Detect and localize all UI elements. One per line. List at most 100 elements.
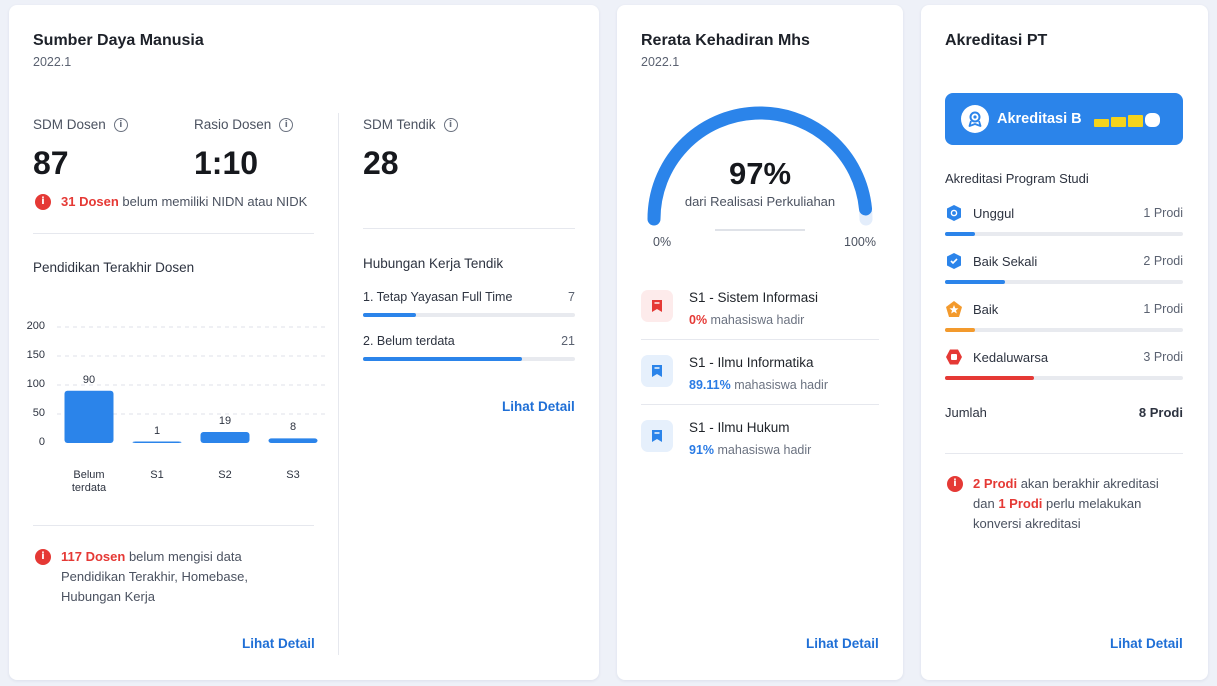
prodi-percent: 91% <box>689 443 715 457</box>
gauge-percent: 97% <box>728 156 792 191</box>
total-value: 8 Prodi <box>1138 405 1183 420</box>
akreditasi-banner[interactable]: Akreditasi B <box>945 93 1183 145</box>
nidn-alert-text-wrap: 31 Dosen belum memiliki NIDN atau NIDK <box>61 192 307 212</box>
missing-alert-text-wrap: 117 Dosen belum mengisi data Pendidikan … <box>61 547 275 607</box>
rasio-dosen-label-group: Rasio Dosen i <box>194 117 294 132</box>
total-label: Jumlah <box>945 405 987 420</box>
prodi-percent: 89.11% <box>689 378 731 392</box>
bar-value-label: 90 <box>82 373 96 386</box>
prodi-suffix: mahasiswa hadir <box>707 313 805 327</box>
prodi-attendance-item[interactable]: S1 - Ilmu Hukum 91% mahasiswa hadir <box>641 420 811 457</box>
shield-badge-icon <box>945 252 963 270</box>
prodi-attendance: 89.11% mahasiswa hadir <box>689 378 828 392</box>
hexagon-badge-icon <box>945 348 963 366</box>
prodi-suffix: mahasiswa hadir <box>730 378 828 392</box>
award-icon <box>961 105 989 133</box>
info-icon[interactable]: i <box>443 117 458 132</box>
prodi-text: S1 - Ilmu Informatika 89.11% mahasiswa h… <box>689 355 828 392</box>
akreditasi-detail-link[interactable]: Lihat Detail <box>1110 636 1183 651</box>
akreditasi-item-label: Unggul <box>973 205 1015 221</box>
akreditasi-progress-track <box>945 280 1183 284</box>
sdm-period: 2022.1 <box>33 55 72 69</box>
hubungan-progress-fill <box>363 313 416 317</box>
level-bar <box>1110 117 1126 127</box>
akreditasi-alert-text-wrap: 2 Prodi akan berakhir akreditasi dan 1 P… <box>973 474 1167 534</box>
pendidikan-chart: 0 50 100 150 200 90 Belum terdata 1 S1 19 S2 8 S3 <box>9 305 339 505</box>
alert-count-convert: 1 Prodi <box>998 496 1043 511</box>
kehadiran-period: 2022.1 <box>641 55 680 69</box>
x-category-label-line: S3 <box>286 469 300 481</box>
kehadiran-title: Rerata Kehadiran Mhs <box>641 32 810 49</box>
prodi-icon-box <box>641 420 673 452</box>
prodi-icon-box <box>641 290 673 322</box>
akreditasi-progress-fill <box>945 232 975 236</box>
prodi-icon-box <box>641 355 673 387</box>
alert-icon: i <box>947 476 963 492</box>
akreditasi-progress-track <box>945 328 1183 332</box>
sdm-card: Sumber Daya Manusia 2022.1 SDM Dosen i 8… <box>9 5 599 680</box>
info-icon[interactable]: i <box>113 117 128 132</box>
akreditasi-progress-fill <box>945 280 1005 284</box>
akreditasi-item-count: 3 Prodi <box>1143 350 1183 364</box>
prodi-text: S1 - Sistem Informasi 0% mahasiswa hadir <box>689 290 818 327</box>
bookmark-icon <box>652 300 662 312</box>
akreditasi-item-count: 1 Prodi <box>1143 302 1183 316</box>
akreditasi-progress-fill <box>945 328 975 332</box>
akreditasi-total-row: Jumlah 8 Prodi <box>945 405 1183 420</box>
akreditasi-progress-fill <box>945 376 1035 380</box>
sdm-dosen-label: SDM Dosen <box>33 117 106 132</box>
akreditasi-item[interactable]: Baik Sekali 2 Prodi <box>945 252 1183 284</box>
chart-bar[interactable] <box>268 438 318 443</box>
prodi-attendance: 0% mahasiswa hadir <box>689 313 818 327</box>
sdm-tendik-value: 28 <box>363 145 399 181</box>
divider <box>33 233 314 234</box>
missing-data-alert: i 117 Dosen belum mengisi data Pendidika… <box>35 547 275 607</box>
hubungan-item-label: 2. Belum terdata <box>363 334 455 348</box>
hubungan-progress-fill <box>363 357 522 361</box>
akreditasi-item-label: Kedaluwarsa <box>973 349 1049 365</box>
level-bar <box>1093 119 1109 127</box>
prodi-attendance-item[interactable]: S1 - Sistem Informasi 0% mahasiswa hadir <box>641 290 818 327</box>
hubungan-progress-track <box>363 313 575 317</box>
chart-bar[interactable] <box>132 441 182 444</box>
x-category-label-line: terdata <box>71 482 107 494</box>
prodi-name: S1 - Ilmu Informatika <box>689 355 814 370</box>
x-category-label-line: S2 <box>218 469 232 481</box>
bar-value-label: 1 <box>153 424 161 437</box>
level-bar <box>1144 113 1160 127</box>
prodi-suffix: mahasiswa hadir <box>714 443 812 457</box>
akreditasi-item[interactable]: Baik 1 Prodi <box>945 300 1183 332</box>
hubungan-item-count: 7 <box>568 290 575 304</box>
kehadiran-card: Rerata Kehadiran Mhs 2022.1 97% dari Rea… <box>617 5 903 680</box>
chart-bar[interactable] <box>64 390 114 443</box>
x-category-label: S3 <box>263 469 323 482</box>
x-category-label: Belum terdata <box>59 469 119 495</box>
akreditasi-item-label: Baik <box>973 301 999 317</box>
tendik-detail-link[interactable]: Lihat Detail <box>502 399 575 414</box>
info-icon[interactable]: i <box>279 117 294 132</box>
chart-bar[interactable] <box>200 431 250 443</box>
akreditasi-progress-track <box>945 232 1183 236</box>
kehadiran-detail-link[interactable]: Lihat Detail <box>806 636 879 651</box>
akreditasi-item[interactable]: Unggul 1 Prodi <box>945 204 1183 236</box>
prodi-attendance-item[interactable]: S1 - Ilmu Informatika 89.11% mahasiswa h… <box>641 355 828 392</box>
akreditasi-item-label: Baik Sekali <box>973 253 1038 269</box>
nidn-alert-text: belum memiliki NIDN atau NIDK <box>118 194 308 209</box>
sdm-dosen-label-group: SDM Dosen i <box>33 117 128 132</box>
nidn-alert: i 31 Dosen belum memiliki NIDN atau NIDK <box>35 192 325 212</box>
prodi-name: S1 - Ilmu Hukum <box>689 420 790 435</box>
akreditasi-card: Akreditasi PT Akreditasi B Akreditasi Pr… <box>921 5 1208 680</box>
sdm-tendik-label: SDM Tendik <box>363 117 436 132</box>
prodi-text: S1 - Ilmu Hukum 91% mahasiswa hadir <box>689 420 811 457</box>
pendidikan-title: Pendidikan Terakhir Dosen <box>33 260 195 275</box>
sdm-dosen-detail-link[interactable]: Lihat Detail <box>242 636 315 651</box>
akreditasi-item[interactable]: Kedaluwarsa 3 Prodi <box>945 348 1183 380</box>
y-tick-label: 50 <box>32 407 45 419</box>
divider <box>363 228 575 229</box>
missing-alert-count: 117 Dosen <box>61 549 126 564</box>
bookmark-icon <box>652 430 662 442</box>
akreditasi-banner-label: Akreditasi B <box>997 111 1082 127</box>
rasio-dosen-label: Rasio Dosen <box>194 117 272 132</box>
x-category-label-line: Belum <box>73 469 105 481</box>
y-tick-label: 0 <box>38 436 45 448</box>
